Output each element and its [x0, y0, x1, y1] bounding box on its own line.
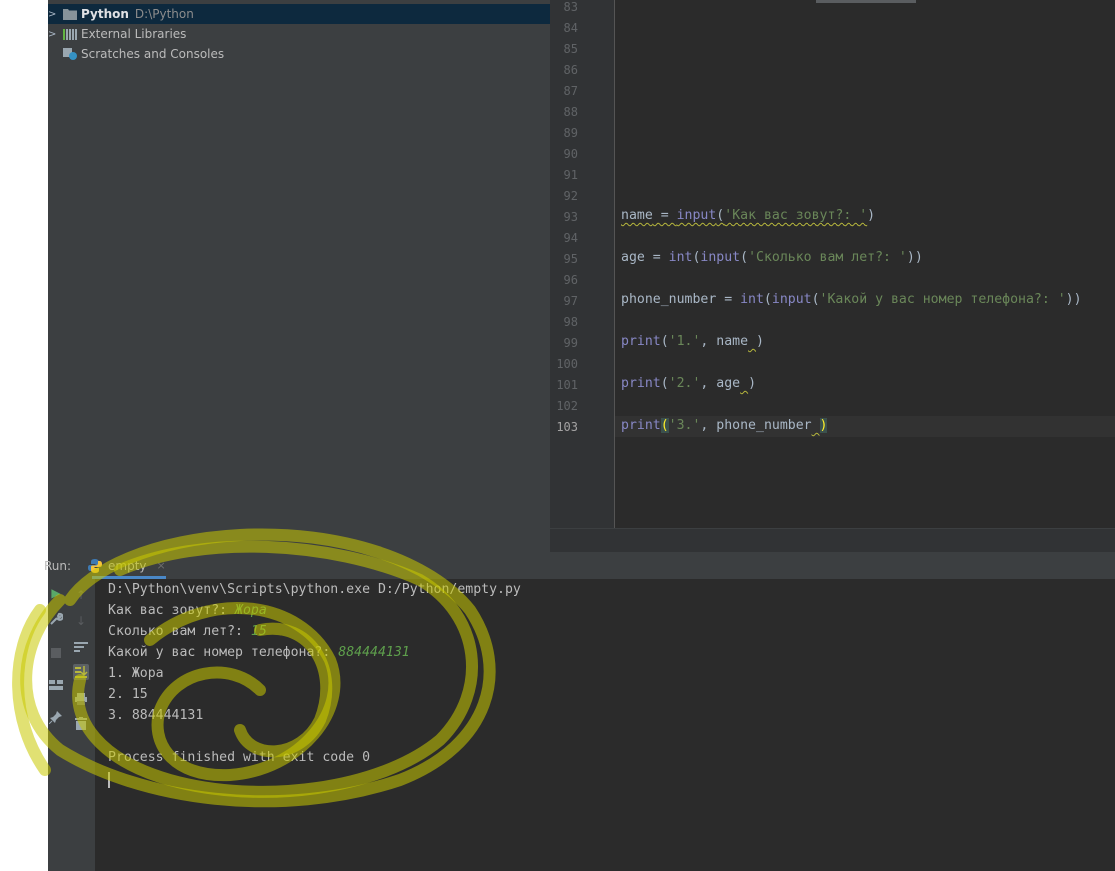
line-number: 88 — [563, 105, 578, 119]
wrench-icon[interactable] — [48, 611, 64, 627]
tree-item-label: Scratches and Consoles — [81, 47, 225, 61]
tree-item-path: D:\Python — [134, 7, 194, 21]
line-number: 84 — [563, 21, 578, 35]
line-number: 89 — [563, 126, 578, 140]
line-number: 101 — [556, 378, 578, 392]
expand-arrow-icon[interactable]: > — [48, 9, 56, 20]
line-number: 93 — [563, 210, 578, 224]
code-line-101: print('2.', age ) — [621, 376, 757, 391]
line-number: 92 — [563, 189, 578, 203]
code-line-99: print('1.', name ) — [621, 334, 764, 349]
soft-wrap-icon[interactable] — [73, 639, 89, 655]
line-number: 95 — [563, 252, 578, 266]
pin-icon[interactable] — [48, 709, 64, 725]
run-label: Run: — [44, 559, 72, 573]
tree-item-label: External Libraries — [81, 27, 187, 41]
code-line-95: age = int(input('Сколько вам лет?: ')) — [621, 250, 923, 265]
close-tab-icon[interactable]: × — [157, 559, 166, 572]
tab-empty[interactable]: empty × — [88, 552, 172, 579]
down-arrow-icon[interactable]: ↓ — [73, 613, 89, 629]
editor-footer — [550, 528, 1115, 553]
line-number: 86 — [563, 63, 578, 77]
print-icon[interactable] — [73, 691, 89, 707]
line-number: 100 — [556, 357, 578, 371]
line-number: 99 — [563, 336, 578, 350]
line-number: 94 — [563, 231, 578, 245]
line-number: 87 — [563, 84, 578, 98]
line-number: 91 — [563, 168, 578, 182]
console-output-line: 1. Жора — [108, 666, 164, 681]
console-command-line: D:\Python\venv\Scripts\python.exe D:/Pyt… — [108, 582, 521, 597]
run-left-toolbar: ▶ — [48, 579, 68, 871]
run-console[interactable]: D:\Python\venv\Scripts\python.exe D:/Pyt… — [96, 579, 1115, 871]
stop-icon[interactable] — [48, 645, 64, 661]
tree-item-external-libraries[interactable]: > External Libraries — [48, 24, 550, 44]
console-output-line: 2. 15 — [108, 687, 148, 702]
project-tree-panel: > Python D:\Python > External Libraries … — [48, 0, 550, 552]
scroll-to-end-icon[interactable] — [73, 664, 89, 680]
tree-item-python[interactable]: > Python D:\Python — [48, 4, 550, 24]
line-number: 102 — [556, 399, 578, 413]
python-icon — [88, 558, 102, 573]
console-line: Как вас зовут?: Жора — [108, 603, 267, 618]
horizontal-scrollbar[interactable] — [816, 0, 916, 3]
line-number: 83 — [563, 0, 578, 14]
console-output-line: 3. 884444131 — [108, 708, 204, 723]
rerun-icon[interactable]: ▶ — [48, 585, 64, 601]
console-line: Какой у вас номер телефона?: 884444131 — [108, 645, 410, 660]
code-line-97: phone_number = int(input('Какой у вас но… — [621, 292, 1082, 307]
run-right-toolbar: ↑ ↓ — [67, 579, 96, 871]
code-editor[interactable]: 83 84 85 86 87 88 89 90 91 92 93 94 95 96 97 98 99 100 101… — [550, 0, 1115, 553]
tab-label: empty — [108, 558, 147, 573]
console-exit-line: Process finished with exit code 0 — [108, 750, 371, 765]
library-icon — [63, 29, 77, 40]
run-toolwindow-header: Run: empty × — [44, 552, 1115, 580]
code-line-93: name = input('Как вас зовут?: ') — [621, 208, 876, 223]
line-number: 97 — [563, 294, 578, 308]
expand-arrow-icon[interactable]: > — [48, 29, 56, 40]
code-line-103: print('3.', phone_number ) — [621, 418, 828, 433]
layout-icon[interactable] — [48, 677, 64, 693]
console-line: Сколько вам лет?: 15 — [108, 624, 267, 639]
scratches-icon — [63, 48, 77, 60]
folder-icon — [63, 9, 77, 20]
tree-item-scratches[interactable]: Scratches and Consoles — [48, 44, 550, 64]
up-arrow-icon[interactable]: ↑ — [73, 587, 89, 603]
text-cursor — [108, 772, 110, 788]
line-number: 103 — [556, 420, 578, 434]
tree-item-label: Python — [81, 7, 129, 21]
trash-icon[interactable] — [73, 716, 89, 732]
line-number: 96 — [563, 273, 578, 287]
line-number: 98 — [563, 315, 578, 329]
line-number: 90 — [563, 147, 578, 161]
line-number: 85 — [563, 42, 578, 56]
